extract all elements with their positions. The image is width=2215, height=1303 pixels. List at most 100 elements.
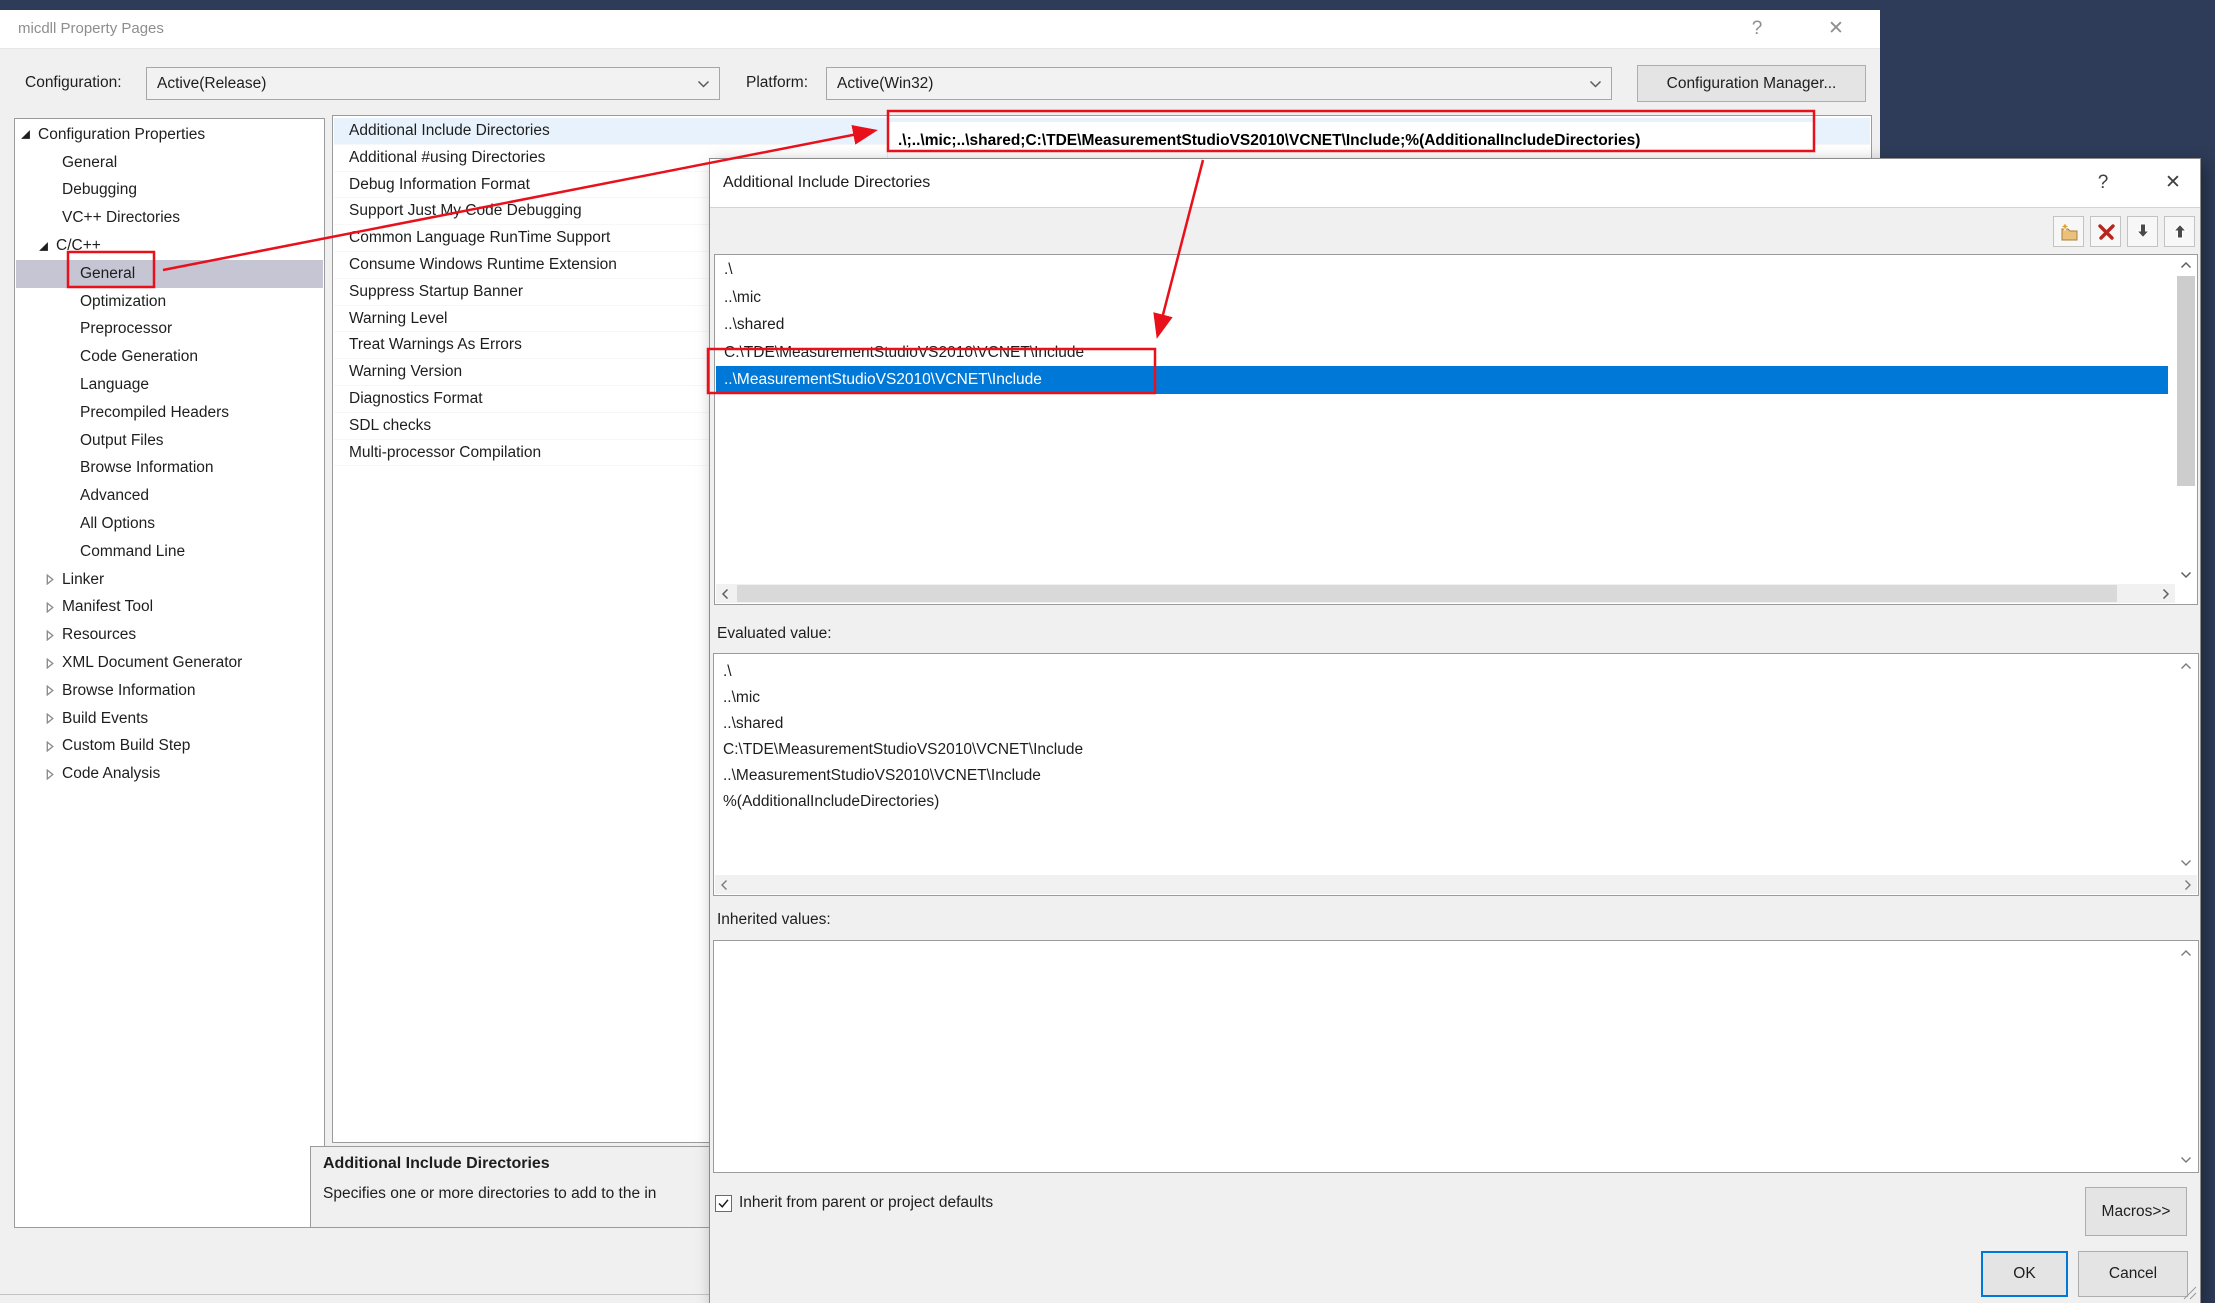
scroll-up-icon[interactable] [2176,256,2196,276]
collapsed-icon [44,769,55,780]
tree-item[interactable]: Resources [16,621,323,649]
property-name: SDL checks [349,417,431,434]
help-icon[interactable]: ? [1738,13,1776,45]
directory-list-item[interactable]: .\ [716,256,2168,284]
move-down-button[interactable] [2127,216,2158,247]
scroll-down-icon[interactable] [2176,852,2196,872]
tree-item-label: Preprocessor [80,320,172,338]
configuration-tree: Configuration Properties General Debuggi… [16,121,323,788]
new-line-icon [2058,221,2080,243]
inherited-values-box [713,940,2199,1173]
collapsed-icon [44,741,55,752]
horizontal-scrollbar[interactable] [715,875,2197,894]
tree-item[interactable]: Custom Build Step [16,733,323,761]
scroll-down-icon[interactable] [2176,1149,2196,1169]
tree-item[interactable]: Build Events [16,705,323,733]
scroll-up-icon[interactable] [2176,657,2196,677]
tree-item[interactable]: Code Analysis [16,760,323,788]
scroll-right-icon[interactable] [2177,875,2197,894]
directory-list-item[interactable]: ..\mic [716,284,2168,312]
tree-item-label: VC++ Directories [62,209,180,227]
tree-item-label: General [80,265,135,283]
configuration-value: Active(Release) [157,68,266,99]
tree-item-label: Browse Information [80,459,214,477]
delete-button[interactable] [2090,216,2121,247]
tree-item[interactable]: Output Files [16,427,323,455]
collapsed-icon [44,602,55,613]
tree-item[interactable]: General [16,149,323,177]
tree-item[interactable]: Precompiled Headers [16,399,323,427]
tree-item[interactable]: Manifest Tool [16,594,323,622]
horizontal-scrollbar[interactable] [716,584,2175,603]
scrollbar-thumb[interactable] [2177,276,2195,486]
property-name: Debug Information Format [349,176,530,193]
description-text: Specifies one or more directories to add… [323,1185,656,1203]
property-name: Multi-processor Compilation [349,444,541,461]
tree-item[interactable]: Command Line [16,538,323,566]
collapsed-icon [44,630,55,641]
tree-item[interactable]: Browse Information [16,677,323,705]
tree-item[interactable]: Preprocessor [16,316,323,344]
evaluated-line: ..\mic [715,685,1083,711]
tree-item[interactable]: Debugging [16,177,323,205]
scroll-up-icon[interactable] [2176,944,2196,964]
chevron-down-icon [697,80,710,89]
resize-grip-icon[interactable] [2182,1285,2197,1300]
property-name: Treat Warnings As Errors [349,336,522,353]
tree-item[interactable]: Code Generation [16,343,323,371]
directory-list-item[interactable]: C:\TDE\MeasurementStudioVS2010\VCNET\Inc… [716,339,2168,367]
help-icon[interactable]: ? [2085,167,2121,199]
evaluated-values: .\ ..\mic ..\shared C:\TDE\MeasurementSt… [715,659,1083,815]
scroll-left-icon[interactable] [716,584,736,603]
evaluated-line: C:\TDE\MeasurementStudioVS2010\VCNET\Inc… [715,737,1083,763]
move-up-icon [2169,221,2191,243]
tree-item[interactable]: Linker [16,566,323,594]
tree-item[interactable]: XML Document Generator [16,649,323,677]
tree-item-label: Language [80,376,149,394]
configuration-label: Configuration: [25,65,122,101]
tree-item[interactable]: VC++ Directories [16,204,323,232]
property-name: Additional Include Directories [349,122,550,139]
inherit-checkbox[interactable] [715,1195,732,1212]
tree-item[interactable]: Configuration Properties [16,121,323,149]
close-icon[interactable]: ✕ [2155,167,2191,199]
tree-item-label: Build Events [62,710,148,728]
scrollbar-thumb[interactable] [737,585,2117,602]
platform-dropdown[interactable]: Active(Win32) [826,67,1612,100]
scroll-down-icon[interactable] [2176,564,2196,584]
property-name: Additional #using Directories [349,149,545,166]
scroll-right-icon[interactable] [2155,584,2175,603]
cancel-button[interactable]: Cancel [2078,1251,2188,1297]
property-name: Support Just My Code Debugging [349,202,582,219]
new-line-button[interactable] [2053,216,2084,247]
ok-button[interactable]: OK [1981,1251,2068,1297]
tree-item[interactable]: All Options [16,510,323,538]
directories-list-box: .\ ..\mic ..\shared C:\TDE\MeasurementSt… [714,254,2198,605]
move-down-icon [2132,221,2154,243]
macros-button[interactable]: Macros>> [2085,1187,2187,1236]
property-name: Warning Version [349,363,462,380]
vertical-scrollbar[interactable] [2176,256,2196,584]
evaluated-line: .\ [715,659,1083,685]
move-up-button[interactable] [2164,216,2195,247]
close-icon[interactable]: ✕ [1817,13,1855,45]
configuration-manager-button[interactable]: Configuration Manager... [1637,65,1866,102]
tree-item-label: Debugging [62,181,137,199]
chevron-down-icon [1589,80,1602,89]
directory-list-item[interactable]: ..\shared [716,311,2168,339]
directory-list-item-selected[interactable]: ..\MeasurementStudioVS2010\VCNET\Include [716,366,2168,394]
scroll-left-icon[interactable] [715,875,735,894]
tree-item-label: Code Generation [80,348,198,366]
tree-item[interactable]: Browse Information [16,455,323,483]
configuration-dropdown[interactable]: Active(Release) [146,67,720,100]
tree-item[interactable]: Language [16,371,323,399]
additional-include-directories-dialog: Additional Include Directories ? ✕ [709,158,2201,1303]
tree-item[interactable]: C/C++ [16,232,323,260]
tree-item[interactable]: Optimization [16,288,323,316]
tree-item[interactable]: Advanced [16,482,323,510]
tree-item-selected[interactable]: General [16,260,323,288]
main-dialog-title: micdll Property Pages [18,10,164,48]
inherited-values-label: Inherited values: [717,911,831,929]
property-name: Diagnostics Format [349,390,483,407]
tree-item-label: Configuration Properties [38,126,205,144]
